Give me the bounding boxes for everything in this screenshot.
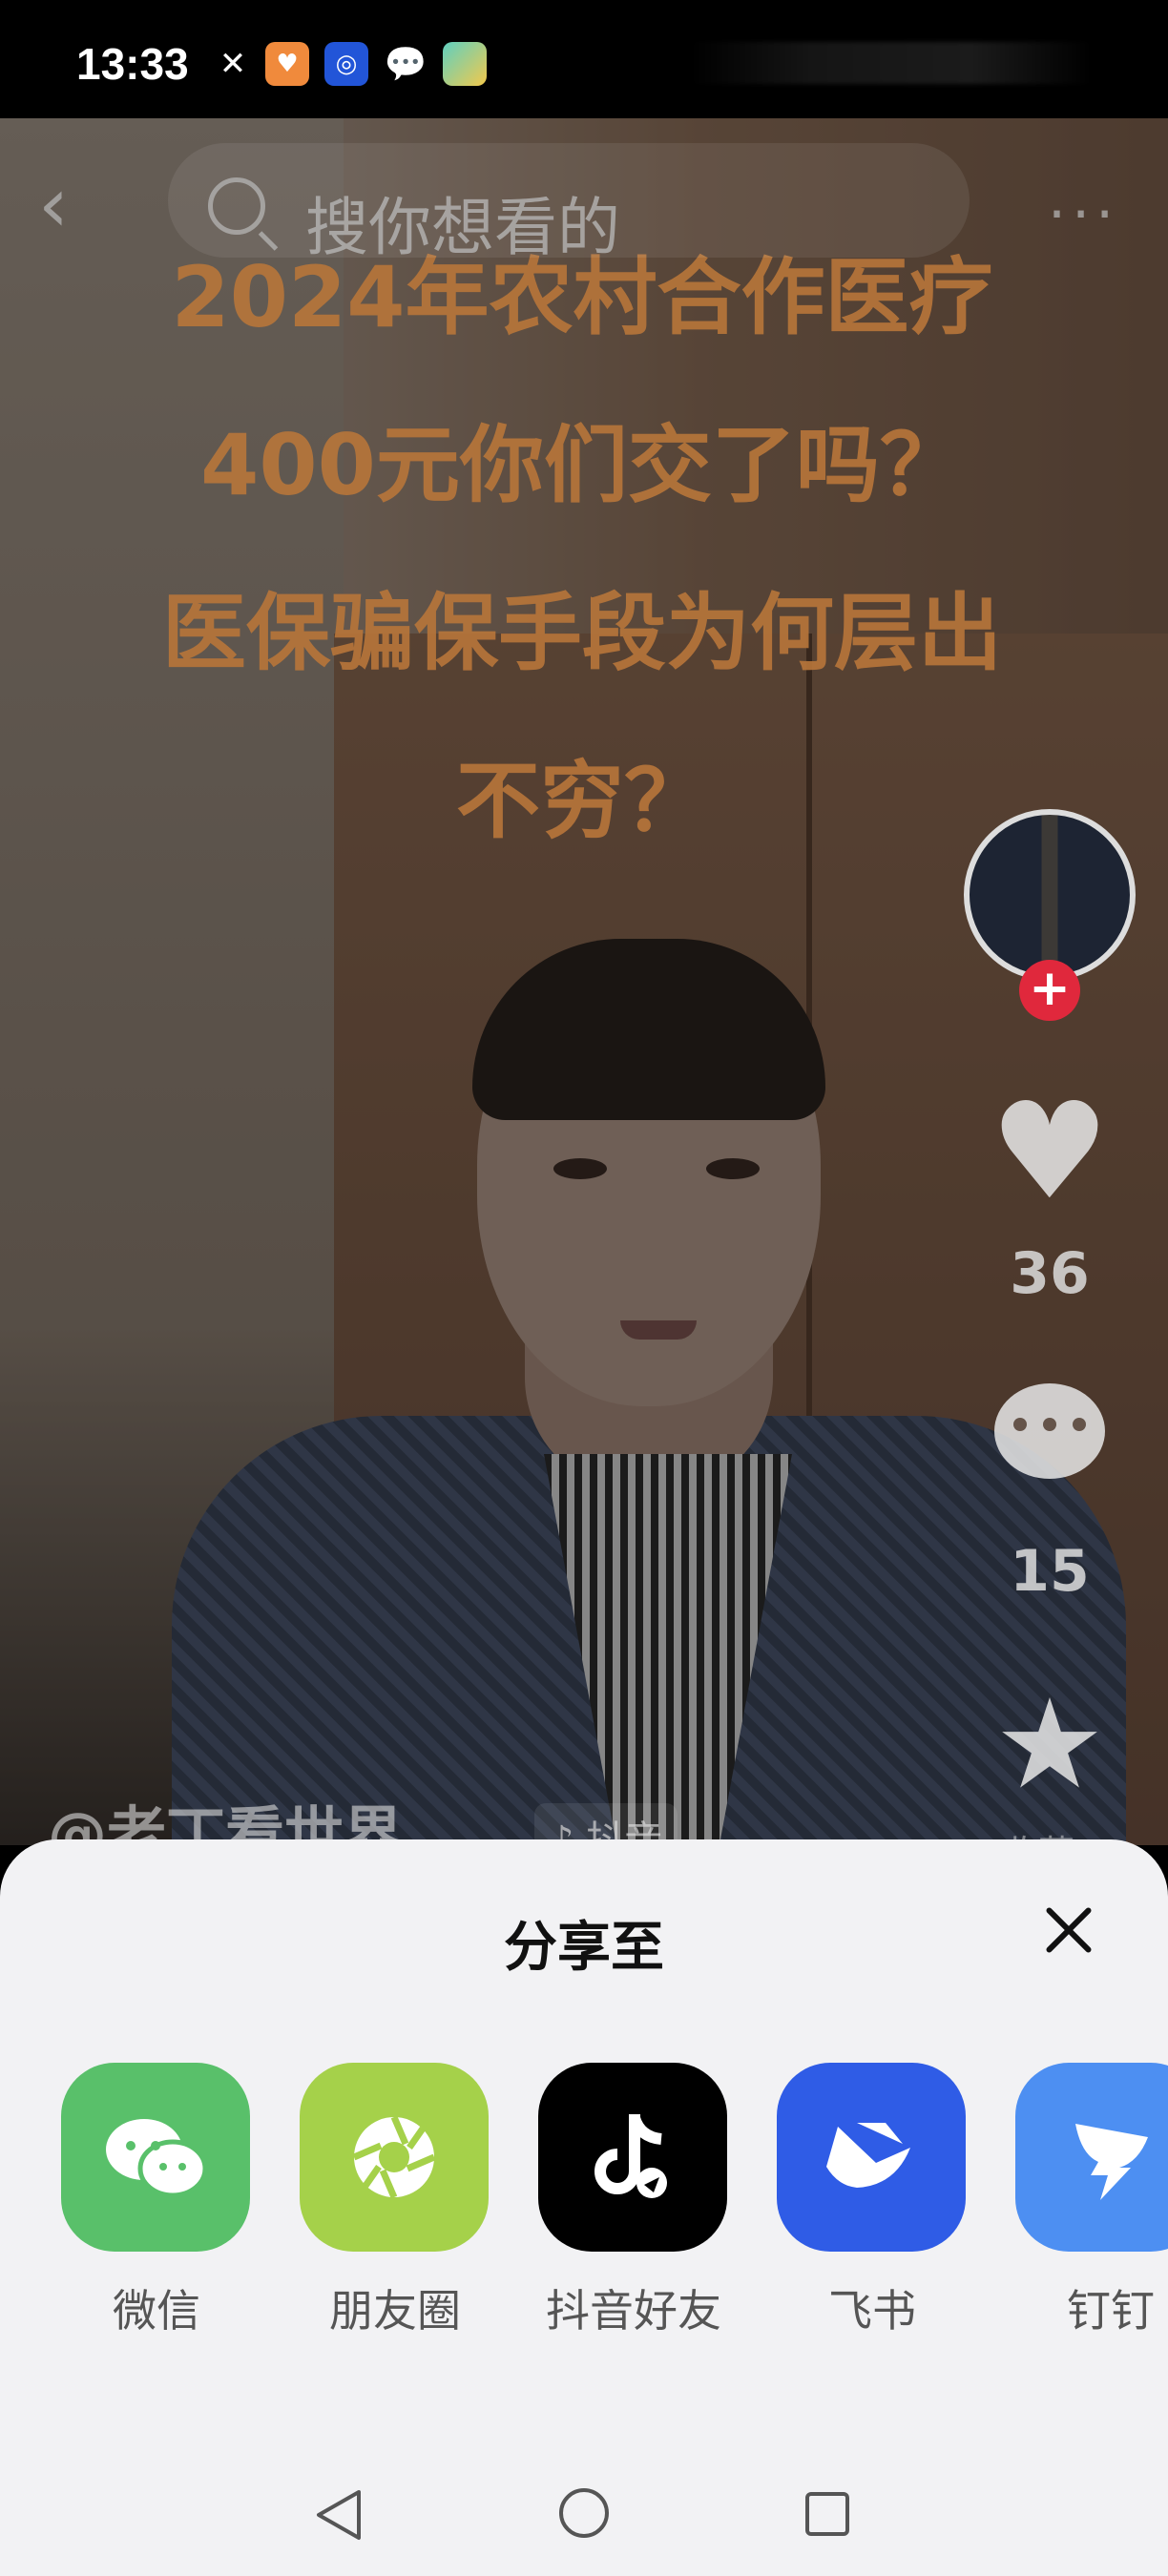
nav-recents-button[interactable] xyxy=(805,2492,849,2536)
share-target-wechat[interactable]: 微信 xyxy=(61,2063,252,2339)
nav-home-button[interactable] xyxy=(559,2488,609,2538)
back-arrow-icon[interactable]: ‹ xyxy=(38,162,95,248)
like-count: 36 xyxy=(1010,1240,1090,1307)
share-label: 微信 xyxy=(113,2285,200,2337)
video-caption: 2024年农村合作医疗 400元你们交了吗？ 医保骗保手段为何层出 不穷？ xyxy=(38,214,1126,885)
share-target-douyin-friend[interactable]: 抖音好友 xyxy=(538,2063,729,2339)
status-time: 13:33 xyxy=(76,39,189,89)
caption-line: 医保骗保手段为何层出 xyxy=(161,584,1002,682)
comment-icon[interactable] xyxy=(985,1374,1115,1504)
feishu-icon xyxy=(777,2063,966,2252)
caption-line: 400元你们交了吗？ xyxy=(200,416,964,514)
wechat-icon: 💬 xyxy=(384,45,428,84)
star-icon[interactable]: ★ xyxy=(985,1679,1115,1809)
notification-icons: ✕ ♥ ◎ 💬 xyxy=(216,42,487,86)
close-icon[interactable] xyxy=(1031,1893,1107,1969)
search-placeholder[interactable]: 搜你想看的 xyxy=(305,177,620,268)
heart-icon[interactable]: ♥ xyxy=(985,1086,1115,1219)
nav-back-button[interactable] xyxy=(311,2486,368,2544)
share-target-moments[interactable]: 朋友圈 xyxy=(300,2063,490,2339)
share-sheet-title: 分享至 xyxy=(504,1917,664,1979)
health-app-icon: ♥ xyxy=(265,42,309,86)
share-sheet: 分享至 微信 朋友圈 抖音好友 飞书 钉钉 xyxy=(0,1839,1168,2576)
search-icon xyxy=(208,177,265,235)
share-target-feishu[interactable]: 飞书 xyxy=(777,2063,968,2339)
caption-line: 不穷？ xyxy=(455,752,708,850)
douyin-icon xyxy=(538,2063,727,2252)
moments-icon xyxy=(300,2063,489,2252)
fingerprint-app-icon xyxy=(443,42,487,86)
more-options-icon[interactable]: ··· xyxy=(1048,181,1119,248)
share-label: 飞书 xyxy=(828,2285,916,2337)
system-status-icons xyxy=(691,42,1092,84)
follow-button[interactable]: + xyxy=(1019,960,1080,1021)
author-avatar[interactable] xyxy=(964,809,1136,981)
share-label: 钉钉 xyxy=(1067,2285,1155,2337)
comment-count: 15 xyxy=(1010,1538,1090,1605)
share-label: 朋友圈 xyxy=(329,2285,461,2337)
wechat-icon xyxy=(61,2063,250,2252)
browser-app-icon: ◎ xyxy=(324,42,368,86)
share-target-dingtalk[interactable]: 钉钉 xyxy=(1015,2063,1168,2339)
dingtalk-icon xyxy=(1015,2063,1168,2252)
share-label: 抖音好友 xyxy=(546,2285,721,2337)
status-bar: 13:33 ✕ ♥ ◎ 💬 xyxy=(0,0,1168,118)
missed-call-icon: ✕ xyxy=(219,45,247,83)
